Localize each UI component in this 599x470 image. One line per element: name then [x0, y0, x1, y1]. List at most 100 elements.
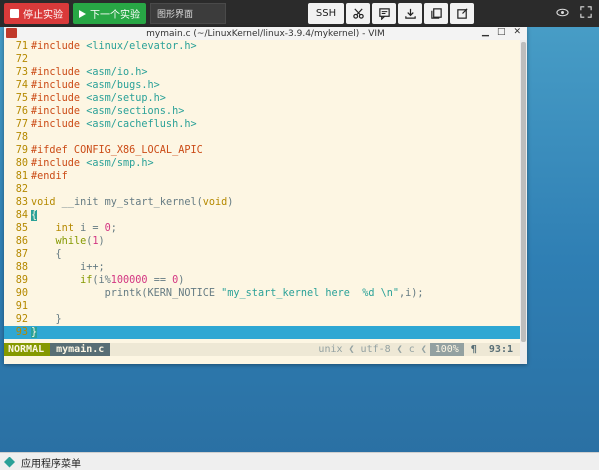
code-token: ) — [178, 275, 185, 286]
line-number: 88 — [15, 262, 28, 273]
ssh-button[interactable]: SSH — [308, 3, 344, 24]
line-number: 75 — [15, 93, 28, 104]
line-number: 79 — [15, 145, 28, 156]
code-token: #include — [31, 158, 87, 169]
code-token: { — [31, 210, 38, 221]
code-line[interactable]: 89 if(i%100000 == 0) — [4, 274, 185, 287]
code-token: } — [31, 314, 62, 325]
file-encoding: utf-8 — [360, 344, 391, 355]
eye-icon[interactable] — [555, 5, 569, 19]
line-number: 84 — [15, 210, 28, 221]
stop-experiment-label: 停止实验 — [23, 10, 63, 21]
code-line[interactable]: 73 #include <asm/io.h> — [4, 66, 148, 79]
code-token: printk(KERN_NOTICE — [31, 288, 222, 299]
code-token: __init my_start_kernel( — [55, 197, 203, 208]
code-line[interactable]: 88 i++; — [4, 261, 105, 274]
line-number: 90 — [15, 288, 28, 299]
code-token: ,i); — [399, 288, 424, 299]
view-mode-select[interactable]: 图形界面 — [150, 3, 226, 24]
line-number: 87 — [15, 249, 28, 260]
copy-icon — [430, 8, 442, 19]
code-token: #include — [31, 41, 87, 52]
close-icon[interactable]: ✕ — [513, 27, 521, 37]
message-icon — [378, 8, 390, 20]
line-number: 78 — [15, 132, 28, 143]
window-controls — [555, 5, 593, 19]
code-token: <asm/io.h> — [86, 67, 148, 78]
line-number: 91 — [15, 301, 28, 312]
line-number: 73 — [15, 67, 28, 78]
message-button[interactable] — [372, 3, 396, 24]
line-number: 93 — [15, 327, 28, 338]
edit-icon — [456, 8, 468, 19]
code-line[interactable]: 78 — [4, 131, 31, 144]
code-token: #ifdef CONFIG_X86_LOCAL_APIC — [31, 145, 203, 156]
code-token: ) — [98, 236, 105, 247]
code-line[interactable]: 80 #include <asm/smp.h> — [4, 157, 154, 170]
code-line[interactable]: 82 — [4, 183, 31, 196]
scroll-percent: 100% — [429, 343, 464, 356]
fullscreen-icon[interactable] — [579, 5, 593, 19]
code-token: #include — [31, 67, 87, 78]
code-line[interactable]: 85 int i = 0; — [4, 222, 117, 235]
vim-titlebar[interactable]: mymain.c (~/LinuxKernel/linux-3.9.4/myke… — [4, 27, 527, 41]
download-icon — [404, 8, 416, 19]
line-number: 92 — [15, 314, 28, 325]
copy-button[interactable] — [424, 3, 448, 24]
scrollbar-thumb[interactable] — [521, 42, 526, 342]
edit-button[interactable] — [450, 3, 474, 24]
pilcrow-icon: ¶ — [470, 344, 477, 355]
code-editor[interactable]: NORMAL mymain.c unix ❮ utf-8 ❮ c ❮ 100% … — [4, 40, 520, 364]
line-number: 82 — [15, 184, 28, 195]
code-line[interactable]: 72 — [4, 53, 31, 66]
minimize-icon[interactable]: ▁ — [482, 27, 489, 37]
code-line[interactable]: 74 #include <asm/bugs.h> — [4, 79, 160, 92]
code-token: int — [55, 223, 74, 234]
code-line[interactable]: 86 while(1) — [4, 235, 105, 248]
code-token: #include — [31, 93, 87, 104]
code-token: i++; — [31, 262, 105, 273]
stop-icon — [10, 9, 19, 18]
vim-scrollbar[interactable] — [520, 40, 527, 364]
code-line[interactable]: 81 #endif — [4, 170, 68, 183]
next-experiment-button[interactable]: 下一个实验 — [73, 3, 146, 24]
download-button[interactable] — [398, 3, 422, 24]
code-line[interactable]: 84{ — [4, 209, 38, 222]
toolbar-tools: SSH — [308, 3, 474, 24]
code-line[interactable]: 79 #ifdef CONFIG_X86_LOCAL_APIC — [4, 144, 203, 157]
code-line[interactable]: 91 — [4, 300, 31, 313]
code-token: <asm/cacheflush.h> — [86, 119, 197, 130]
code-line[interactable]: 92 } — [4, 313, 62, 326]
code-line[interactable]: 71 #include <linux/elevator.h> — [4, 40, 197, 53]
toolbar: 停止实验 下一个实验 图形界面 — [0, 0, 599, 27]
code-line[interactable]: 83 void __init my_start_kernel(void) — [4, 196, 234, 209]
screenshot-button[interactable] — [346, 3, 370, 24]
separator-icon: ❮ — [420, 344, 427, 355]
code-token: #include — [31, 119, 87, 130]
code-token: while — [55, 236, 87, 247]
view-mode-value: 图形界面 — [157, 10, 194, 20]
line-number: 77 — [15, 119, 28, 130]
code-line[interactable]: 93} — [4, 326, 38, 339]
app-menu-button[interactable]: 应用程序菜单 — [21, 455, 81, 470]
code-line[interactable]: 76 #include <asm/sections.h> — [4, 105, 185, 118]
code-line[interactable]: 90 printk(KERN_NOTICE "my_start_kernel h… — [4, 287, 424, 300]
code-token: "my_start_kernel here %d \n" — [221, 288, 400, 299]
stop-experiment-button[interactable]: 停止实验 — [4, 3, 69, 24]
maximize-icon[interactable]: □ — [497, 27, 506, 37]
code-token: == — [147, 275, 173, 286]
ssh-label: SSH — [315, 8, 337, 19]
code-token: ; — [110, 223, 117, 234]
code-token: (i% — [92, 275, 111, 286]
code-line[interactable]: 75 #include <asm/setup.h> — [4, 92, 166, 105]
line-number: 89 — [15, 275, 28, 286]
code-line[interactable]: 77 #include <asm/cacheflush.h> — [4, 118, 197, 131]
cursor-position-value: 93:1 — [488, 344, 513, 355]
vim-statusline: NORMAL mymain.c unix ❮ utf-8 ❮ c ❮ 100% … — [4, 343, 520, 356]
app-menu-icon — [4, 456, 15, 468]
line-number: 83 — [15, 197, 28, 208]
code-line[interactable]: 87 { — [4, 248, 62, 261]
line-number: 86 — [15, 236, 28, 247]
cursor-position: ¶ 93:1 — [463, 343, 520, 356]
